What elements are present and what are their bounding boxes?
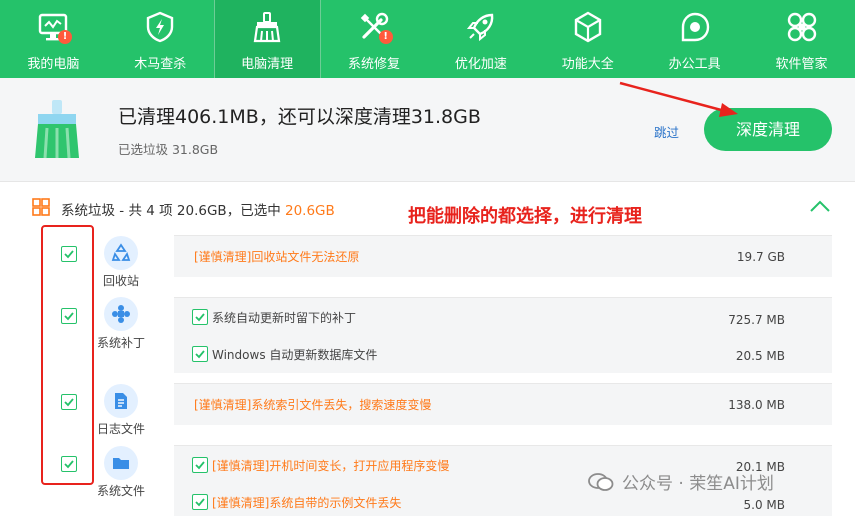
nav-tab-pc-cleanup[interactable]: 电脑清理 — [213, 0, 321, 78]
item-size: 19.7 GB — [736, 250, 785, 264]
nav-tab-label: 功能大全 — [561, 57, 614, 72]
item-size: 5.0 MB — [743, 498, 785, 512]
nav-tab-label: 办公工具 — [668, 57, 721, 72]
alert-badge: ! — [58, 30, 72, 44]
main-nav: ! 我的电脑 木马查杀 电脑清理 ! 系统修复 优化加速 功能大全 办公工具 软… — [0, 0, 855, 78]
office-icon — [678, 10, 712, 44]
cube-icon — [571, 10, 605, 44]
cleanup-result-title: 已清理406.1MB，还可以深度清理31.8GB — [118, 106, 481, 128]
group-panel-log-files: [谨慎清理]系统索引文件丢失，搜索速度变慢 138.0 MB — [174, 383, 832, 425]
item-checkbox[interactable] — [192, 457, 208, 473]
item-checkbox[interactable] — [192, 309, 208, 325]
nav-tab-label: 木马查杀 — [134, 57, 187, 72]
item-checkbox[interactable] — [192, 346, 208, 362]
nav-tab-office-tools[interactable]: 办公工具 — [641, 0, 748, 78]
apps-icon — [785, 10, 819, 44]
nav-tab-label: 软件管家 — [775, 57, 828, 72]
item-text: [谨慎清理]系统自带的示例文件丢失 — [212, 496, 402, 510]
category-label: 回收站 — [102, 274, 139, 288]
recycle-icon — [104, 236, 138, 270]
windows-icon — [32, 198, 50, 216]
category-label: 系统补丁 — [96, 336, 145, 350]
group-panel-system-patch: 系统自动更新时留下的补丁 725.7 MB Windows 自动更新数据库文件 … — [174, 297, 832, 373]
nav-tab-label: 优化加速 — [454, 57, 507, 72]
wechat-icon — [588, 472, 614, 491]
nav-tab-trojan-scan[interactable]: 木马查杀 — [107, 0, 214, 78]
section-title: 系统垃圾 - 共 4 项 20.6GB，已选中 20.6GB — [61, 199, 335, 219]
selected-size: 20.6GB — [285, 203, 335, 219]
group-checkbox-system-files[interactable] — [61, 456, 77, 472]
item-text: [谨慎清理]系统索引文件丢失，搜索速度变慢 — [194, 398, 432, 412]
section-summary: 系统垃圾 - 共 4 项 20.6GB，已选中 — [61, 203, 285, 219]
chevron-up-icon[interactable] — [808, 197, 832, 215]
group-panel-recycle-bin: [谨慎清理]回收站文件无法还原 19.7 GB — [174, 235, 832, 277]
annotation-text: 把能删除的都选择，进行清理 — [408, 206, 642, 227]
broom-icon — [250, 10, 284, 44]
category-label: 日志文件 — [96, 422, 145, 436]
item-text: Windows 自动更新数据库文件 — [212, 348, 378, 362]
rocket-icon — [464, 10, 498, 44]
item-size: 138.0 MB — [728, 398, 785, 412]
cleanup-summary: 已清理406.1MB，还可以深度清理31.8GB 已选垃圾 31.8GB 跳过 … — [0, 78, 855, 182]
item-text: [谨慎清理]回收站文件无法还原 — [194, 250, 360, 264]
nav-tab-optimize[interactable]: 优化加速 — [428, 0, 535, 78]
folder-icon — [104, 446, 138, 480]
item-text: [谨慎清理]开机时间变长，打开应用程序变慢 — [212, 459, 450, 473]
broom-icon — [32, 100, 82, 160]
group-checkbox-system-patch[interactable] — [61, 308, 77, 324]
patch-icon — [104, 297, 138, 331]
selected-junk-size: 已选垃圾 31.8GB — [118, 142, 219, 157]
group-checkbox-recycle-bin[interactable] — [61, 246, 77, 262]
nav-tab-label: 电脑清理 — [241, 57, 294, 72]
watermark: 公众号 · 茉笙AI计划 — [588, 469, 774, 494]
nav-tab-software-manager[interactable]: 软件管家 — [748, 0, 855, 78]
shield-bolt-icon — [143, 10, 177, 44]
item-size: 20.5 MB — [735, 349, 785, 363]
category-label: 系统文件 — [96, 484, 145, 498]
skip-link[interactable]: 跳过 — [654, 122, 679, 141]
nav-tab-system-repair[interactable]: ! 系统修复 — [321, 0, 428, 78]
nav-tab-features[interactable]: 功能大全 — [534, 0, 641, 78]
nav-tab-label: 我的电脑 — [27, 57, 80, 72]
log-file-icon — [104, 384, 138, 418]
deep-clean-button[interactable]: 深度清理 — [704, 108, 832, 151]
annotation-highlight-box — [41, 225, 94, 485]
nav-tab-my-computer[interactable]: ! 我的电脑 — [0, 0, 107, 78]
item-checkbox[interactable] — [192, 494, 208, 510]
item-text: 系统自动更新时留下的补丁 — [212, 311, 357, 325]
group-checkbox-log-files[interactable] — [61, 394, 77, 410]
watermark-text: 公众号 · 茉笙AI计划 — [622, 474, 774, 494]
nav-tab-label: 系统修复 — [348, 57, 401, 72]
alert-badge: ! — [378, 30, 393, 44]
item-size: 725.7 MB — [728, 313, 785, 327]
